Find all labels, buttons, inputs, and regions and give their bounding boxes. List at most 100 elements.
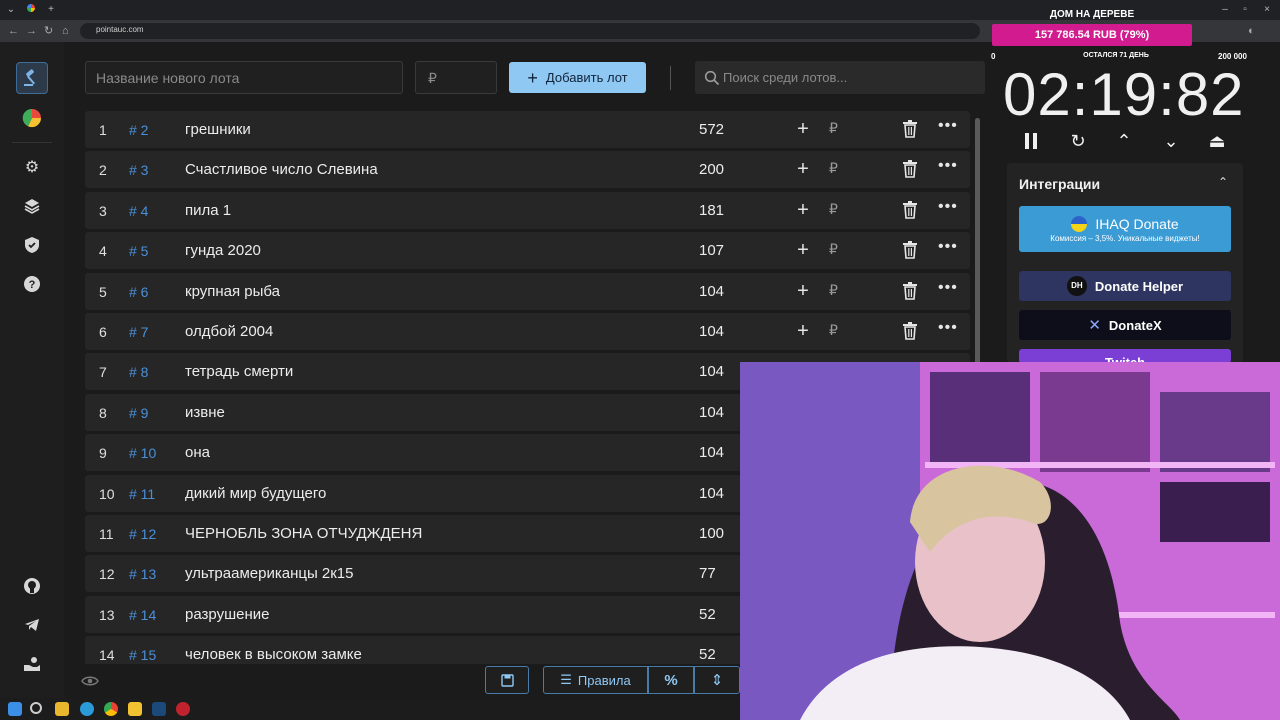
lot-name[interactable]: пила 1 [185,202,231,219]
lot-amount[interactable]: 200 [699,161,724,178]
eye-icon[interactable] [81,675,99,687]
maximize-icon[interactable]: ▫ [1238,3,1252,17]
increase-time-icon[interactable]: ⌃ [1111,128,1137,154]
lot-name[interactable]: крупная рыба [185,283,280,300]
lot-row[interactable]: 5 # 6 крупная рыба 104 + ₽ ••• [85,272,970,310]
url-text[interactable]: pointauc.com [96,25,144,34]
lots-scrollbar[interactable] [975,118,980,368]
lot-id-link[interactable]: # 7 [129,324,148,340]
add-amount-icon[interactable]: + [793,157,813,181]
lot-name[interactable]: гунда 2020 [185,242,261,259]
lot-amount[interactable]: 104 [699,485,724,502]
add-amount-icon[interactable]: + [793,117,813,141]
lot-id-link[interactable]: # 9 [129,405,148,421]
search-box[interactable] [695,61,985,94]
tab-list-icon[interactable]: ⌄ [4,3,18,17]
layers-icon[interactable] [16,190,48,222]
lot-name[interactable]: тетрадь смерти [185,363,293,380]
gear-icon[interactable]: ⚙ [16,151,48,183]
rub-icon[interactable]: ₽ [829,241,838,258]
eject-icon[interactable]: ⏏ [1204,128,1230,154]
lot-amount[interactable]: 52 [699,646,716,663]
lot-id-link[interactable]: # 5 [129,243,148,259]
lot-name[interactable]: она [185,444,210,461]
add-amount-icon[interactable]: + [793,198,813,222]
percent-button[interactable]: % [648,666,694,694]
rules-button[interactable]: ☰ Правила [543,666,648,694]
lot-price-input[interactable] [415,61,497,94]
lot-amount[interactable]: 77 [699,565,716,582]
windows-start-icon[interactable] [8,702,22,716]
more-options-icon[interactable]: ••• [938,117,958,135]
lot-id-link[interactable]: # 6 [129,284,148,300]
donate-hand-icon[interactable] [16,648,48,680]
trash-icon[interactable] [902,120,918,138]
trash-icon[interactable] [902,281,918,300]
compress-button[interactable]: ⇕ [694,666,740,694]
forward-icon[interactable]: → [26,24,37,38]
more-options-icon[interactable]: ••• [938,319,958,337]
more-options-icon[interactable]: ••• [938,157,958,175]
ihaq-donate-button[interactable]: IHAQ Donate Комиссия – 3,5%. Уникальные … [1019,206,1231,252]
back-icon[interactable]: ← [8,24,19,38]
chrome-taskbar-icon[interactable] [104,702,118,716]
lot-id-link[interactable]: # 15 [129,647,156,663]
more-options-icon[interactable]: ••• [938,198,958,216]
lot-name-input[interactable] [85,61,403,94]
telegram-taskbar-icon[interactable] [80,702,94,716]
donatex-button[interactable]: ✕ DonateX [1019,310,1231,340]
trash-icon[interactable] [902,160,918,179]
lot-row[interactable]: 6 # 7 олдбой 2004 104 + ₽ ••• [85,313,970,350]
file-explorer-icon[interactable] [55,702,69,716]
reset-icon[interactable]: ↻ [1065,128,1091,154]
decrease-time-icon[interactable]: ⌄ [1158,128,1184,154]
lot-row[interactable]: 3 # 4 пила 1 181 + ₽ ••• [85,191,970,229]
close-window-icon[interactable]: × [1260,3,1274,17]
add-amount-icon[interactable]: + [793,238,813,262]
search-input[interactable] [723,61,983,94]
lot-id-link[interactable]: # 12 [129,526,156,542]
twitch-button[interactable]: Twitch [1019,349,1231,363]
lot-id-link[interactable]: # 4 [129,203,148,219]
lot-name[interactable]: грешники [185,121,251,138]
lot-amount[interactable]: 104 [699,404,724,421]
save-button[interactable] [485,666,529,694]
trash-icon[interactable] [902,322,918,340]
lot-id-link[interactable]: # 13 [129,566,156,582]
lot-amount[interactable]: 107 [699,242,724,259]
home-icon[interactable]: ⌂ [62,24,69,38]
rub-icon[interactable]: ₽ [829,120,838,137]
donate-helper-button[interactable]: DH Donate Helper [1019,271,1231,301]
lot-row[interactable]: 4 # 5 гунда 2020 107 + ₽ ••• [85,232,970,270]
trash-icon[interactable] [902,200,918,219]
lot-id-link[interactable]: # 10 [129,445,156,461]
rub-icon[interactable]: ₽ [829,201,838,218]
lot-name[interactable]: ЧЕРНОБЛЬ ЗОНА ОТЧУДЖДЕНЯ [185,525,422,542]
url-field[interactable] [80,23,980,39]
lot-id-link[interactable]: # 3 [129,162,148,178]
lot-name[interactable]: извне [185,404,225,421]
rub-icon[interactable]: ₽ [829,322,838,339]
lot-name[interactable]: олдбой 2004 [185,323,273,340]
lot-id-link[interactable]: # 2 [129,122,148,138]
lot-amount[interactable]: 52 [699,606,716,623]
app-taskbar-icon[interactable] [128,702,142,716]
chevron-up-icon[interactable]: ⌃ [1218,175,1228,189]
help-icon[interactable]: ? [16,268,48,300]
lot-amount[interactable]: 104 [699,363,724,380]
search-taskbar-icon[interactable] [30,702,42,714]
lot-row[interactable]: 2 # 3 Счастливое число Слевина 200 + ₽ ••• [85,151,970,189]
lot-amount[interactable]: 104 [699,444,724,461]
pause-icon[interactable] [1018,128,1044,154]
auction-hammer-icon[interactable] [16,62,48,94]
lot-id-link[interactable]: # 8 [129,364,148,380]
lot-amount[interactable]: 104 [699,283,724,300]
add-amount-icon[interactable]: + [793,279,813,303]
lot-name[interactable]: ультраамериканцы 2к15 [185,565,354,582]
telegram-icon[interactable] [16,609,48,641]
lot-amount[interactable]: 104 [699,323,724,340]
pie-chart-icon[interactable] [16,102,48,134]
steam-taskbar-icon[interactable] [152,702,166,716]
profile-icon[interactable]: ◐ [1248,24,1255,38]
lot-name[interactable]: человек в высоком замке [185,646,362,663]
